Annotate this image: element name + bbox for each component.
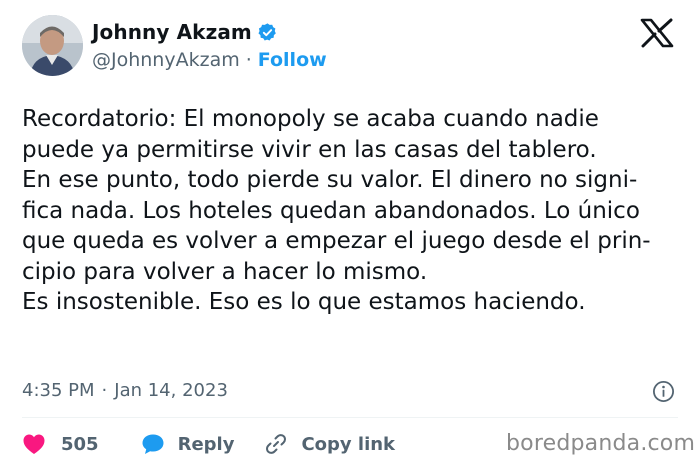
speech-bubble-icon bbox=[141, 433, 165, 455]
avatar[interactable] bbox=[22, 15, 83, 76]
timestamp-separator: · bbox=[101, 379, 108, 401]
heart-icon bbox=[22, 433, 46, 455]
handle-separator: · bbox=[245, 49, 252, 71]
watermark: boredpanda.com bbox=[506, 431, 696, 456]
reply-button[interactable]: Reply bbox=[141, 433, 235, 455]
action-bar: 505 Reply Copy link bbox=[22, 429, 395, 459]
name-row: Johnny Akzam bbox=[92, 18, 278, 46]
like-button[interactable]: 505 bbox=[22, 433, 99, 455]
tweet-date: Jan 14, 2023 bbox=[114, 379, 228, 401]
tweet-timestamp[interactable]: 4:35 PM · Jan 14, 2023 bbox=[22, 377, 228, 403]
author-handle[interactable]: @JohnnyAkzam bbox=[92, 49, 240, 71]
handle-row: @JohnnyAkzam · Follow bbox=[92, 47, 327, 73]
tweet-text-line: fica nada. Los hoteles quedan abandonado… bbox=[22, 197, 640, 224]
tweet-text: Recordatorio: El monopoly se acaba cuand… bbox=[22, 104, 687, 318]
copy-link-button[interactable]: Copy link bbox=[264, 432, 395, 456]
tweet-text-line: Es insostenible. Eso es lo que estamos h… bbox=[22, 289, 586, 315]
reply-label: Reply bbox=[177, 433, 235, 455]
link-icon bbox=[264, 432, 288, 456]
like-count: 505 bbox=[61, 433, 99, 455]
author-display-name[interactable]: Johnny Akzam bbox=[92, 20, 252, 44]
follow-button[interactable]: Follow bbox=[258, 49, 327, 71]
tweet-time: 4:35 PM bbox=[22, 379, 95, 401]
tweet-text-line: que queda es volver a empezar el juego d… bbox=[22, 228, 651, 254]
divider bbox=[22, 417, 678, 418]
info-icon[interactable] bbox=[652, 380, 675, 403]
tweet-card: Johnny Akzam @JohnnyAkzam · Follow Recor… bbox=[0, 0, 700, 471]
x-logo-icon[interactable] bbox=[638, 18, 676, 48]
copy-link-label: Copy link bbox=[301, 433, 396, 455]
tweet-text-line: cipio para volver a hacer lo mismo. bbox=[22, 258, 428, 285]
tweet-text-line: puede ya permitirse vivir en las casas d… bbox=[22, 136, 597, 163]
tweet-text-line: Recordatorio: El monopoly se acaba cuand… bbox=[22, 106, 599, 132]
tweet-text-line: En ese punto, todo pierde su valor. El d… bbox=[22, 167, 638, 193]
verified-badge-icon bbox=[257, 22, 278, 43]
